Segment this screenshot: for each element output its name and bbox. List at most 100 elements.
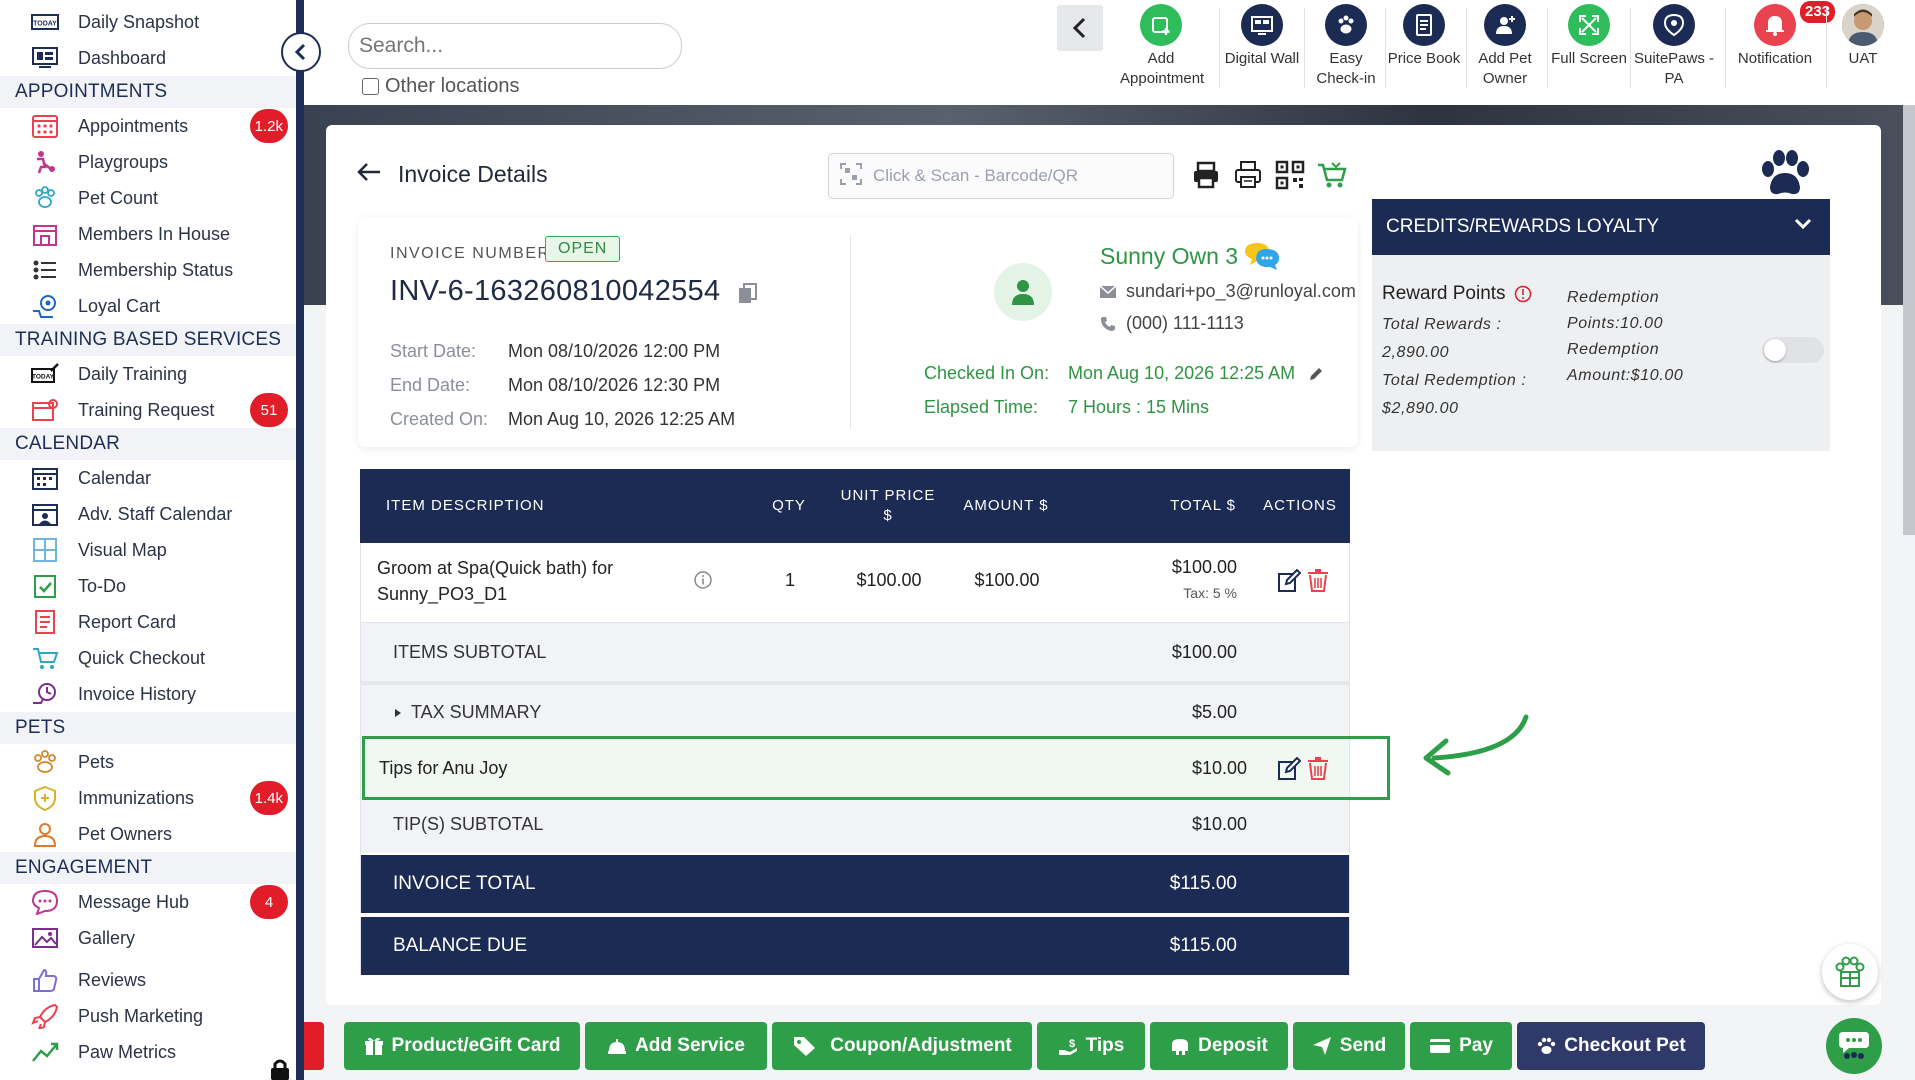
created-on-row: Created On: Mon Aug 10, 2026 12:25 AM — [390, 409, 736, 429]
total-redemption-value: $2,890.00 — [1382, 400, 1459, 417]
qr-code-icon[interactable] — [1274, 159, 1306, 191]
total-rewards-label: Total Rewards : — [1382, 316, 1502, 333]
sidebar-item-daily-training[interactable]: TODAY Daily Training — [0, 356, 298, 392]
sidebar-item-label: Message Hub — [78, 891, 190, 912]
col-amount: AMOUNT $ — [963, 497, 1049, 514]
info-icon[interactable] — [694, 571, 712, 594]
sidebar-item-dashboard[interactable]: Dashboard — [0, 40, 298, 76]
other-locations-checkbox[interactable]: Other locations — [362, 75, 520, 98]
sidebar-item-quick-checkout[interactable]: Quick Checkout — [0, 640, 298, 676]
hidden-action-button[interactable] — [304, 1022, 324, 1070]
caret-right-icon[interactable] — [393, 703, 403, 724]
group-chat-icon — [1839, 1032, 1869, 1059]
cart-icon — [30, 645, 60, 671]
price-book-button[interactable]: Price Book — [1383, 4, 1465, 104]
svg-text:TODAY: TODAY — [32, 374, 55, 381]
page-scrollbar[interactable] — [1903, 105, 1915, 535]
service-bell-icon — [608, 1039, 627, 1054]
digital-wall-button[interactable]: Digital Wall — [1221, 4, 1303, 104]
paw-chat-button[interactable] — [1822, 944, 1878, 1000]
green-cart-icon[interactable] — [1316, 159, 1348, 191]
sidebar-item-membership-status[interactable]: Membership Status — [0, 252, 298, 288]
user-label: UAT — [1848, 50, 1878, 67]
sidebar-item-members-in-house[interactable]: Members In House — [0, 216, 298, 252]
add-pet-owner-label: Add Pet Owner — [1478, 50, 1532, 87]
info-icon[interactable] — [1514, 285, 1532, 303]
invoice-total-label: INVOICE TOTAL — [393, 873, 536, 894]
owner-name-link[interactable]: Sunny Own 3 — [1100, 243, 1238, 270]
sidebar-item-pet-count[interactable]: Pet Count — [0, 180, 298, 216]
full-screen-button[interactable]: Full Screen — [1548, 4, 1630, 104]
col-description: ITEM DESCRIPTION — [386, 497, 545, 514]
product-egift-card-button[interactable]: Product/eGift Card — [344, 1022, 580, 1070]
sidebar-item-immunizations[interactable]: Immunizations 1.4k — [0, 780, 298, 816]
sidebar-item-playgroups[interactable]: Playgroups — [0, 144, 298, 180]
add-service-button[interactable]: Add Service — [585, 1022, 767, 1070]
pencil-icon[interactable] — [1308, 366, 1324, 382]
total-rewards-value: 2,890.00 — [1382, 344, 1450, 361]
pay-button[interactable]: Pay — [1410, 1022, 1512, 1070]
sidebar-item-training-request[interactable]: Training Request 51 — [0, 392, 298, 428]
sidebar-collapse-button[interactable] — [281, 32, 321, 72]
sidebar-item-pets[interactable]: Pets — [0, 744, 298, 780]
barcode-scan-input[interactable]: Click & Scan - Barcode/QR — [828, 153, 1174, 199]
send-button[interactable]: Send — [1293, 1022, 1405, 1070]
redemption-amount: Redemption Amount:$10.00 — [1567, 341, 1684, 384]
digital-wall-label: Digital Wall — [1224, 50, 1300, 67]
support-chat-button[interactable] — [1826, 1018, 1882, 1074]
checkbox-box[interactable] — [362, 78, 379, 95]
sidebar-item-daily-snapshot[interactable]: TODAY Daily Snapshot — [0, 4, 298, 40]
checkout-pet-button[interactable]: Checkout Pet — [1517, 1022, 1705, 1070]
tax-summary-row[interactable]: TAX SUMMARY $5.00 — [360, 685, 1350, 741]
sidebar-item-report-card[interactable]: Report Card — [0, 604, 298, 640]
edit-icon[interactable] — [1277, 568, 1302, 598]
copy-icon[interactable] — [738, 283, 758, 310]
easy-checkin-button[interactable]: Easy Check-in — [1305, 4, 1387, 104]
envelope-icon — [1100, 285, 1116, 298]
avatar — [994, 263, 1052, 321]
suitepaws-button[interactable]: SuitePaws - PA — [1626, 4, 1722, 104]
delete-icon[interactable] — [1307, 568, 1329, 597]
invoice-items-table: ITEM DESCRIPTION QTY UNIT PRICE $ AMOUNT… — [360, 469, 1350, 975]
invoice-card: Invoice Details Click & Scan - Barcode/Q… — [326, 125, 1881, 1005]
checked-in-row: Checked In On: Mon Aug 10, 2026 12:25 AM — [924, 363, 1324, 384]
sidebar-item-appointments[interactable]: Appointments 1.2k — [0, 108, 298, 144]
add-pet-owner-button[interactable]: Add Pet Owner — [1464, 4, 1546, 104]
sidebar-item-message-hub[interactable]: Message Hub 4 — [0, 884, 298, 920]
chat-icon[interactable] — [1244, 241, 1280, 276]
coupon-adjustment-button[interactable]: Coupon/Adjustment — [772, 1022, 1032, 1070]
redemption-toggle[interactable] — [1762, 337, 1824, 363]
back-arrow-icon[interactable] — [356, 161, 382, 188]
sidebar-item-push-marketing[interactable]: Push Marketing — [0, 998, 298, 1034]
deposit-icon — [1172, 1039, 1189, 1055]
paw-icon — [30, 185, 60, 211]
bell-icon: 233 — [1754, 1, 1836, 46]
nav-back-button[interactable] — [1057, 5, 1103, 51]
notification-button[interactable]: 233 Notification — [1729, 1, 1836, 104]
receipt-print-icon[interactable] — [1232, 159, 1264, 191]
add-appointment-button[interactable]: Add Appointment — [1120, 4, 1204, 104]
tag-icon — [794, 1037, 816, 1056]
sidebar-item-gallery[interactable]: Gallery — [0, 920, 298, 956]
print-icon[interactable] — [1190, 159, 1222, 191]
sidebar-scrollbar[interactable] — [296, 0, 304, 1080]
sidebar-item-label: Pet Count — [78, 187, 159, 208]
loyalty-header[interactable]: CREDITS/REWARDS LOYALTY — [1372, 199, 1830, 255]
sidebar-item-pet-owners[interactable]: Pet Owners — [0, 816, 298, 852]
sidebar-item-invoice-history[interactable]: Invoice History — [0, 676, 298, 712]
deposit-button[interactable]: Deposit — [1150, 1022, 1288, 1070]
sidebar-item-paw-metrics[interactable]: Paw Metrics — [0, 1034, 298, 1070]
owner-email-row: sundari+po_3@runloyal.com — [1100, 281, 1356, 302]
search-input[interactable] — [348, 23, 682, 69]
sidebar-item-visual-map[interactable]: Visual Map — [0, 532, 298, 568]
sidebar-item-reviews[interactable]: Reviews — [0, 962, 298, 998]
chevron-down-icon[interactable] — [1794, 215, 1812, 237]
total-redemption-label: Total Redemption : — [1382, 372, 1527, 389]
sidebar-item-to-do[interactable]: To-Do — [0, 568, 298, 604]
person-icon — [30, 821, 60, 847]
user-menu-button[interactable]: UAT — [1828, 4, 1898, 104]
sidebar-item-adv-staff-calendar[interactable]: Adv. Staff Calendar — [0, 496, 298, 532]
tips-button[interactable]: $ Tips — [1037, 1022, 1145, 1070]
sidebar-item-calendar[interactable]: Calendar — [0, 460, 298, 496]
sidebar-item-loyal-cart[interactable]: Loyal Cart — [0, 288, 298, 324]
